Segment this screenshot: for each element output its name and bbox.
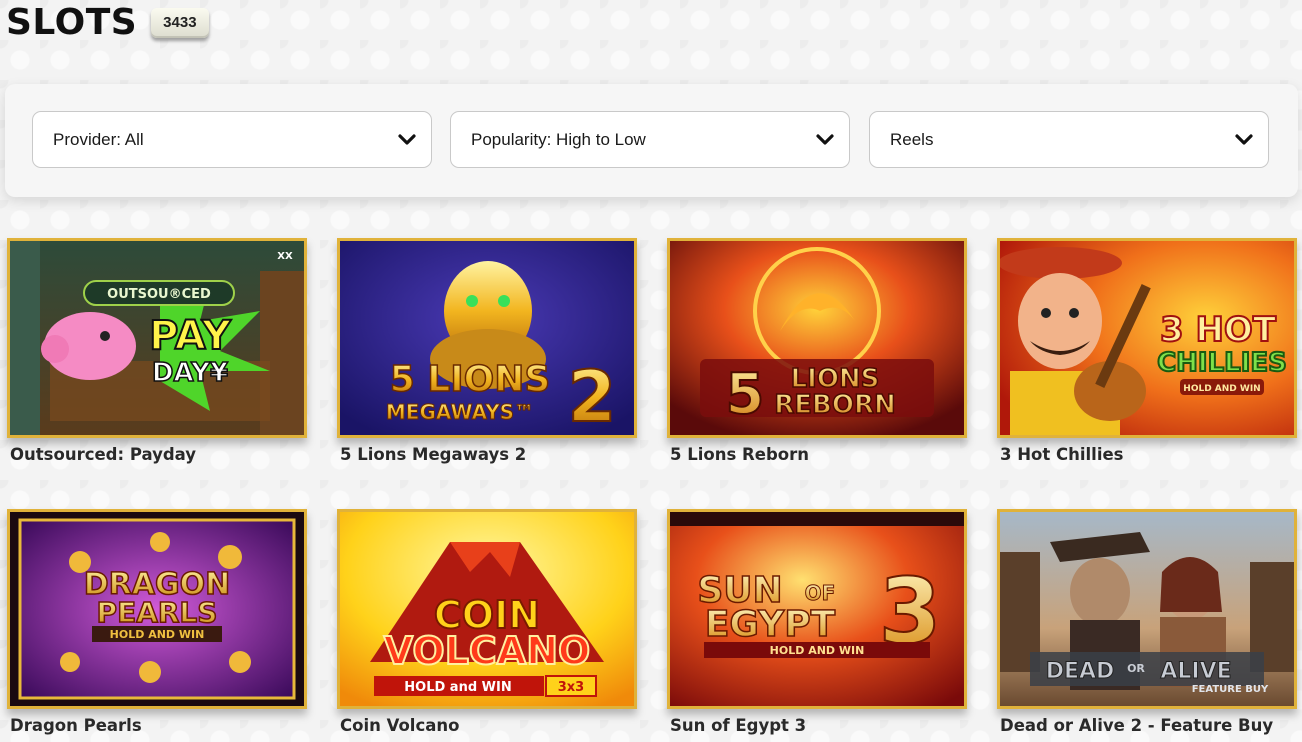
- game-card-coin-volcano[interactable]: COIN VOLCANO HOLD and WIN 3x3 Coin Volca…: [337, 509, 637, 735]
- art-title-line3: HOLD and WIN: [404, 680, 511, 695]
- provider-filter-label: Provider: All: [53, 129, 144, 149]
- game-thumbnail[interactable]: OUTSOU®CED PAY DAY¥ XX: [7, 238, 307, 438]
- game-card-3-hot-chillies[interactable]: 3 HOT CHILLIES HOLD AND WIN 3 Hot Chilli…: [997, 238, 1297, 464]
- art-title-line2: REBORN: [774, 390, 895, 420]
- game-title[interactable]: Dead or Alive 2 - Feature Buy: [997, 716, 1297, 735]
- game-thumbnail[interactable]: 5 LIONS REBORN: [667, 238, 967, 438]
- game-title[interactable]: 5 Lions Reborn: [667, 445, 967, 464]
- art-title-line2: VOLCANO: [384, 629, 591, 673]
- art-title-line3: HOLD AND WIN: [1183, 384, 1260, 394]
- art-title-line2: ALIVE: [1160, 659, 1231, 684]
- game-card-5-lions-reborn[interactable]: 5 LIONS REBORN 5 Lions Reborn: [667, 238, 967, 464]
- art-title-line2: PEARLS: [97, 596, 218, 629]
- art-title-line3: FEATURE BUY: [1192, 684, 1269, 695]
- art-title-line2: CHILLIES: [1157, 348, 1287, 378]
- game-card-dead-or-alive-2[interactable]: DEAD OR ALIVE FEATURE BUY Dead or Alive …: [997, 509, 1297, 735]
- game-thumbnail[interactable]: SUN OF EGYPT 3 HOLD AND WIN: [667, 509, 967, 709]
- page-header: SLOTS 3433: [6, 0, 209, 44]
- art-corner: XX: [277, 251, 293, 262]
- art-brand: OUTSOU®CED: [107, 287, 211, 302]
- art-title-line3: HOLD AND WIN: [770, 644, 865, 657]
- art-title-big: 2: [568, 356, 617, 435]
- chevron-down-icon: [1234, 130, 1254, 150]
- art-title-big: 5: [726, 362, 765, 427]
- game-thumbnail[interactable]: DRAGON PEARLS HOLD AND WIN: [7, 509, 307, 709]
- game-title[interactable]: 3 Hot Chillies: [997, 445, 1297, 464]
- game-title[interactable]: Coin Volcano: [337, 716, 637, 735]
- game-title[interactable]: Dragon Pearls: [7, 716, 307, 735]
- reels-filter-select[interactable]: Reels: [869, 111, 1269, 168]
- art-title-of: OR: [1127, 662, 1145, 675]
- page-title: SLOTS: [6, 1, 138, 43]
- game-card-sun-of-egypt-3[interactable]: SUN OF EGYPT 3 HOLD AND WIN Sun of Egypt…: [667, 509, 967, 735]
- art-title-line2: DAY¥: [152, 358, 228, 388]
- art-title-of: OF: [805, 581, 836, 605]
- game-thumbnail[interactable]: 5 LIONS MEGAWAYS™ 2: [337, 238, 637, 438]
- art-badge: 3x3: [558, 680, 584, 695]
- game-thumbnail[interactable]: COIN VOLCANO HOLD and WIN 3x3: [337, 509, 637, 709]
- popularity-filter-label: Popularity: High to Low: [471, 129, 646, 149]
- art-title-line1: PAY: [149, 313, 232, 359]
- game-thumbnail[interactable]: DEAD OR ALIVE FEATURE BUY: [997, 509, 1297, 709]
- filter-panel: Provider: All Popularity: High to Low Re…: [5, 84, 1298, 197]
- art-title-line2: EGYPT: [705, 604, 836, 645]
- art-title-line2: MEGAWAYS™: [386, 400, 534, 424]
- game-card-outsourced-payday[interactable]: OUTSOU®CED PAY DAY¥ XX Outsourced: Payda…: [7, 238, 307, 464]
- popularity-filter-select[interactable]: Popularity: High to Low: [450, 111, 850, 168]
- game-title[interactable]: 5 Lions Megaways 2: [337, 445, 637, 464]
- art-title-line1: DEAD: [1046, 659, 1115, 684]
- chevron-down-icon: [397, 130, 417, 150]
- art-title-line1: 5 LIONS: [390, 359, 551, 400]
- art-title-line1: 3 HOT: [1160, 310, 1277, 350]
- game-title[interactable]: Sun of Egypt 3: [667, 716, 967, 735]
- art-title-line3: HOLD AND WIN: [110, 628, 205, 641]
- reels-filter-label: Reels: [890, 129, 934, 149]
- game-card-5-lions-megaways-2[interactable]: 5 LIONS MEGAWAYS™ 2 5 Lions Megaways 2: [337, 238, 637, 464]
- provider-filter-select[interactable]: Provider: All: [32, 111, 432, 168]
- game-card-dragon-pearls[interactable]: DRAGON PEARLS HOLD AND WIN Dragon Pearls: [7, 509, 307, 735]
- game-thumbnail[interactable]: 3 HOT CHILLIES HOLD AND WIN: [997, 238, 1297, 438]
- game-title[interactable]: Outsourced: Payday: [7, 445, 307, 464]
- chevron-down-icon: [815, 130, 835, 150]
- game-count-badge: 3433: [151, 8, 209, 38]
